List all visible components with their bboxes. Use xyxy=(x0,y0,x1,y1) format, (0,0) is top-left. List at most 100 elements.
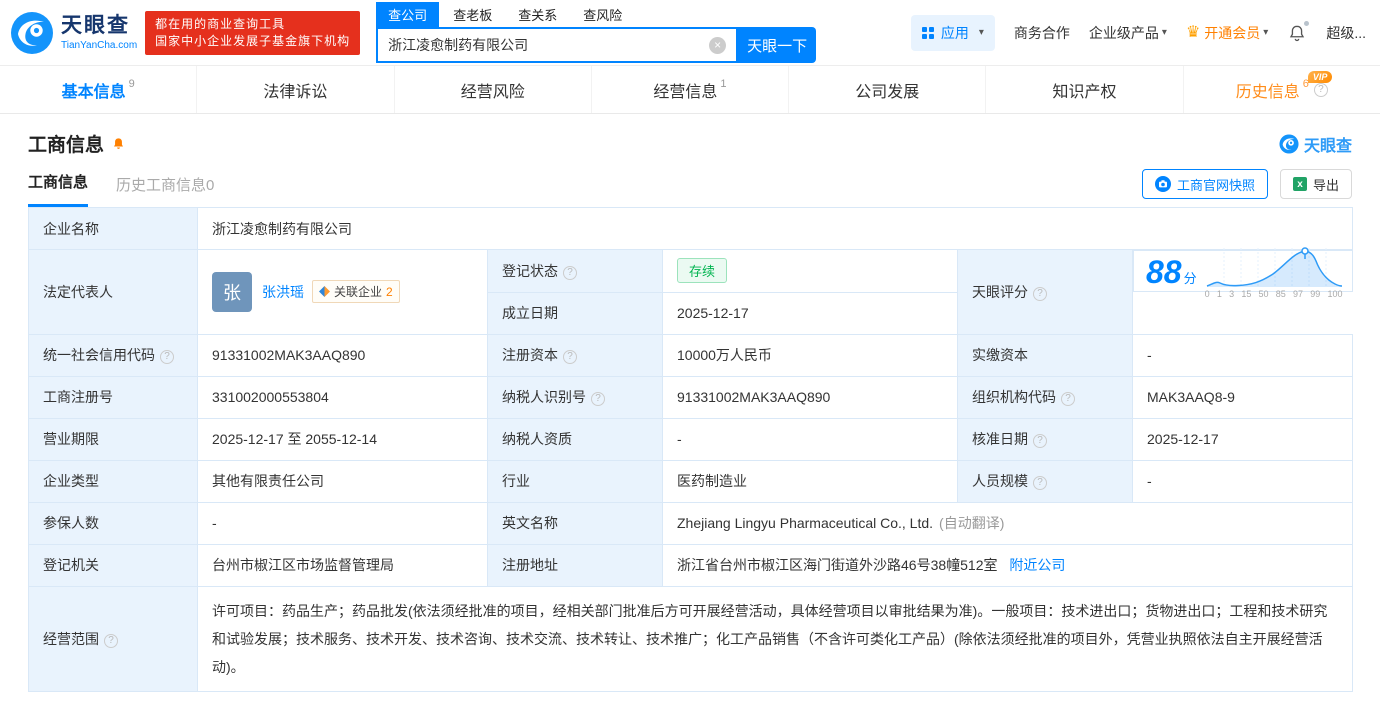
nearby-companies-link[interactable]: 附近公司 xyxy=(1009,557,1065,573)
section-head: 工商信息 天眼查 xyxy=(28,130,1352,157)
taxpayer-id-value: 91331002MAK3AAQ890 xyxy=(663,376,958,418)
table-row: 统一社会信用代码? 91331002MAK3AAQ890 注册资本? 10000… xyxy=(29,334,1353,376)
related-companies-icon xyxy=(319,286,330,297)
watermark-text: 天眼查 xyxy=(1304,132,1352,156)
business-info-table: 企业名称 浙江凌愈制药有限公司 法定代表人 张 张洪瑶 关联企业 2 xyxy=(28,207,1353,692)
clear-search-icon[interactable]: × xyxy=(709,37,726,54)
excel-icon: x xyxy=(1293,177,1307,191)
notification-bell-icon[interactable] xyxy=(1287,23,1307,43)
auto-translate-note: (自动翻译) xyxy=(939,515,1004,531)
tab-operation-info[interactable]: 经营信息1 xyxy=(591,66,788,113)
search-area: 查公司 查老板 查关系 查风险 × 天眼一下 xyxy=(376,2,816,63)
tab-legal-proceedings[interactable]: 法律诉讼 xyxy=(196,66,393,113)
tab-operational-risk[interactable]: 经营风险 xyxy=(394,66,591,113)
reg-capital-value: 10000万人民币 xyxy=(663,334,958,376)
search-tab-company[interactable]: 查公司 xyxy=(376,2,439,27)
reg-authority-value: 台州市椒江区市场监督管理局 xyxy=(198,544,488,586)
establish-date-value: 2025-12-17 xyxy=(663,292,958,334)
apps-menu-button[interactable]: 应用 ▾ xyxy=(911,15,995,51)
info-icon[interactable]: ? xyxy=(563,266,577,280)
nav-business-cooperation[interactable]: 商务合作 xyxy=(1014,23,1070,43)
tianyancha-logo-icon xyxy=(10,11,54,55)
info-icon[interactable]: ? xyxy=(1314,83,1328,97)
tianyancha-logo[interactable]: 天眼查 TianYanCha.com xyxy=(10,11,137,55)
info-icon[interactable]: ? xyxy=(160,350,174,364)
company-section-tabs: 基本信息9 法律诉讼 经营风险 经营信息1 公司发展 知识产权 VIP 历史信息… xyxy=(0,66,1380,114)
staff-size-value: - xyxy=(1133,460,1353,502)
reg-authority-label: 登记机关 xyxy=(29,544,198,586)
approval-date-label: 核准日期? xyxy=(958,418,1133,460)
nav-enterprise-products[interactable]: 企业级产品 ▾ xyxy=(1089,23,1167,43)
subtab-row: 工商信息 历史工商信息0 工商官网快照 x 导出 xyxy=(28,169,1352,207)
info-icon[interactable]: ? xyxy=(1033,287,1047,301)
taxpayer-quality-label: 纳税人资质 xyxy=(488,418,663,460)
tab-intellectual-property[interactable]: 知识产权 xyxy=(985,66,1182,113)
search-button[interactable]: 天眼一下 xyxy=(738,27,816,63)
enterprise-label: 企业级产品 xyxy=(1089,23,1159,43)
table-row: 登记机关 台州市椒江区市场监督管理局 注册地址 浙江省台州市椒江区海门街道外沙路… xyxy=(29,544,1353,586)
english-name-label: 英文名称 xyxy=(488,502,663,544)
tab-label: 经营风险 xyxy=(461,78,525,102)
tab-history-info[interactable]: VIP 历史信息6 ? xyxy=(1183,66,1380,113)
chevron-down-icon: ▾ xyxy=(1263,27,1268,38)
subtab-history-business-info[interactable]: 历史工商信息0 xyxy=(116,174,214,207)
tab-basic-info[interactable]: 基本信息9 xyxy=(0,66,196,113)
legal-rep-name-link[interactable]: 张洪瑶 xyxy=(262,282,304,302)
legal-rep-label: 法定代表人 xyxy=(29,250,198,335)
logo-text: 天眼查 TianYanCha.com xyxy=(61,14,137,50)
legal-rep-avatar[interactable]: 张 xyxy=(212,272,252,312)
search-tab-risk[interactable]: 查风险 xyxy=(571,2,634,27)
org-code-label: 组织机构代码? xyxy=(958,376,1133,418)
company-name-label: 企业名称 xyxy=(29,208,198,250)
company-type-value: 其他有限责任公司 xyxy=(198,460,488,502)
chevron-down-icon: ▾ xyxy=(1162,27,1167,38)
search-tab-boss[interactable]: 查老板 xyxy=(441,2,504,27)
industry-label: 行业 xyxy=(488,460,663,502)
official-snapshot-button[interactable]: 工商官网快照 xyxy=(1142,169,1268,199)
company-name-value: 浙江凌愈制药有限公司 xyxy=(198,208,1353,250)
info-icon[interactable]: ? xyxy=(563,350,577,364)
apps-grid-icon xyxy=(922,27,934,39)
info-icon[interactable]: ? xyxy=(1061,392,1075,406)
nav-super-vip[interactable]: 超级... xyxy=(1326,23,1366,43)
score-value: 88分 xyxy=(1146,256,1197,288)
tab-label: 法律诉讼 xyxy=(263,78,327,102)
related-companies-count: 2 xyxy=(386,285,393,299)
export-label: 导出 xyxy=(1313,175,1339,194)
related-companies-badge[interactable]: 关联企业 2 xyxy=(312,280,400,303)
table-actions: 工商官网快照 x 导出 xyxy=(1142,169,1352,207)
reg-address-value: 浙江省台州市椒江区海门街道外沙路46号38幢512室 附近公司 xyxy=(663,544,1353,586)
tab-company-development[interactable]: 公司发展 xyxy=(788,66,985,113)
brand-name: 天眼查 xyxy=(61,14,137,37)
section-title: 工商信息 xyxy=(28,130,104,157)
tab-label: 经营信息 xyxy=(653,78,717,102)
table-row: 经营范围? 许可项目：药品生产；药品批发(依法须经批准的项目，经相关部门批准后方… xyxy=(29,586,1353,691)
search-row: × 天眼一下 xyxy=(376,27,816,63)
info-icon[interactable]: ? xyxy=(104,634,118,648)
search-tab-relation[interactable]: 查关系 xyxy=(506,2,569,27)
tab-label: 公司发展 xyxy=(855,78,919,102)
subtab-business-info[interactable]: 工商信息 xyxy=(28,171,88,207)
related-companies-label: 关联企业 xyxy=(334,283,382,300)
table-row: 企业名称 浙江凌愈制药有限公司 xyxy=(29,208,1353,250)
score-axis: 013 155085 9799100 xyxy=(1205,289,1343,299)
insured-count-label: 参保人数 xyxy=(29,502,198,544)
subscribe-bell-icon[interactable] xyxy=(111,136,126,152)
credit-code-value: 91331002MAK3AAQ890 xyxy=(198,334,488,376)
chevron-down-icon: ▾ xyxy=(979,27,984,38)
export-button[interactable]: x 导出 xyxy=(1280,169,1352,199)
table-row: 营业期限 2025-12-17 至 2055-12-14 纳税人资质 - 核准日… xyxy=(29,418,1353,460)
table-row: 工商注册号 331002000553804 纳税人识别号? 91331002MA… xyxy=(29,376,1353,418)
info-icon[interactable]: ? xyxy=(591,392,605,406)
tab-label: 历史信息 xyxy=(1236,78,1300,102)
business-term-value: 2025-12-17 至 2055-12-14 xyxy=(198,418,488,460)
nav-open-vip[interactable]: ♛ 开通会员 ▾ xyxy=(1186,23,1268,43)
search-input[interactable] xyxy=(378,37,709,53)
business-scope-label: 经营范围? xyxy=(29,586,198,691)
slogan-line-1: 都在用的商业查询工具 xyxy=(155,16,350,33)
staff-size-label: 人员规模? xyxy=(958,460,1133,502)
info-icon[interactable]: ? xyxy=(1033,434,1047,448)
info-icon[interactable]: ? xyxy=(1033,476,1047,490)
status-badge: 存续 xyxy=(677,258,727,283)
paid-capital-label: 实缴资本 xyxy=(958,334,1133,376)
